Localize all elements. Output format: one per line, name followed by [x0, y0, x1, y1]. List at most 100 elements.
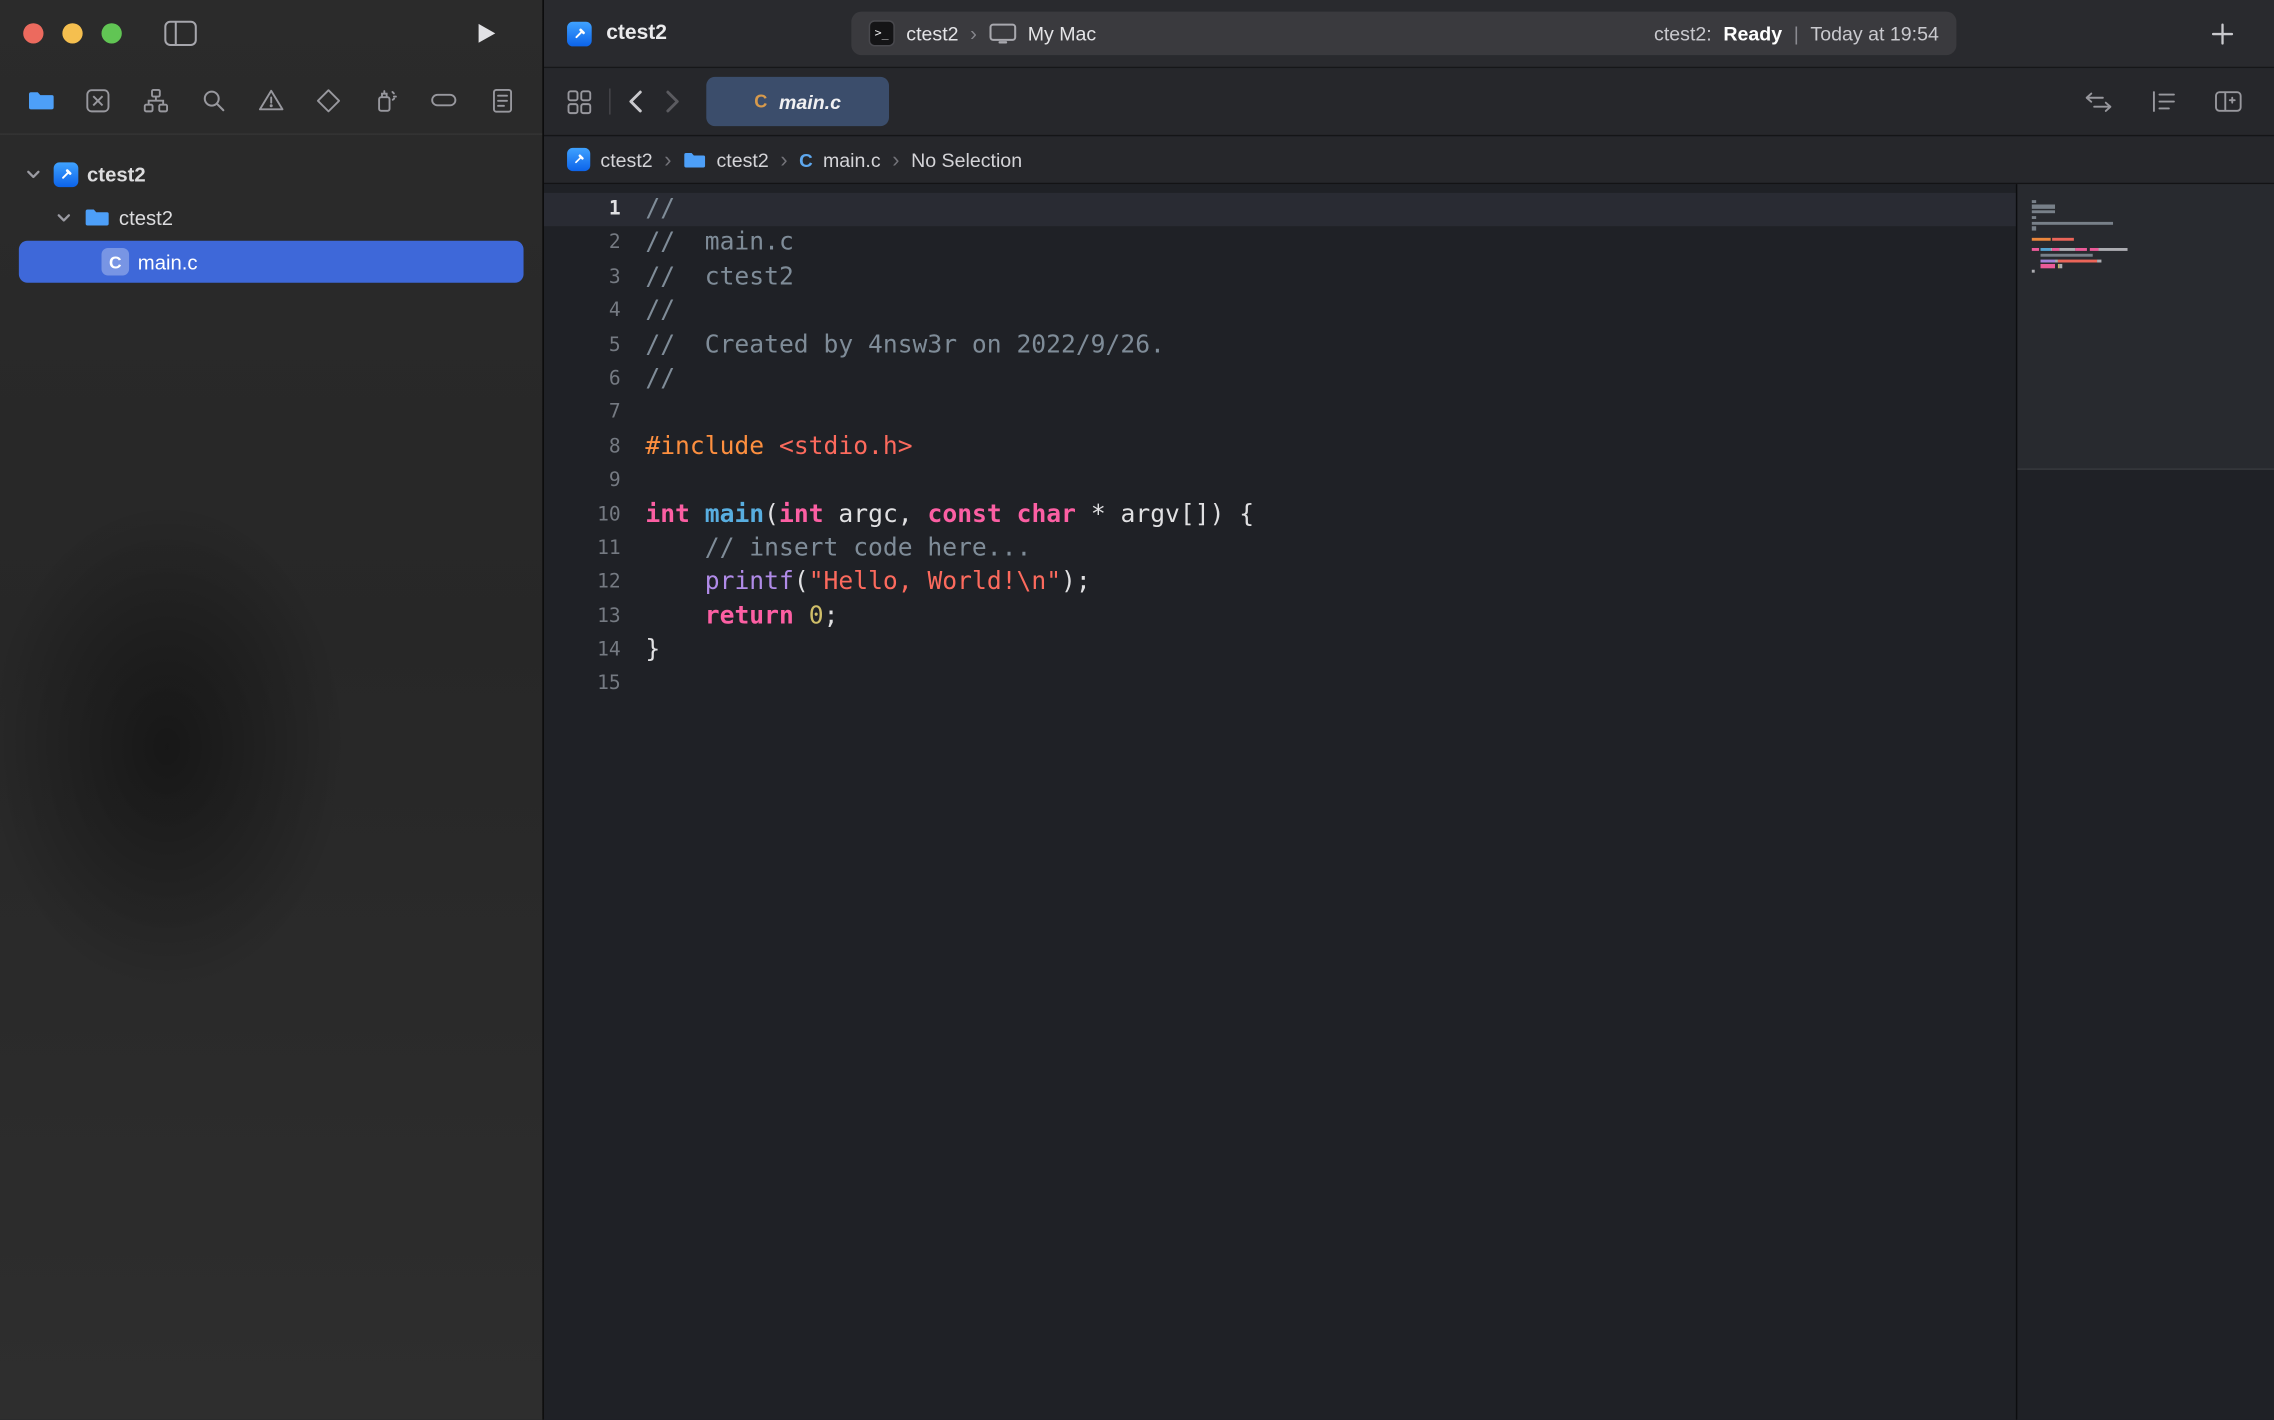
disclosure-chevron-icon[interactable]	[52, 212, 75, 222]
navigator-tab-find[interactable]	[198, 83, 230, 118]
go-back-button[interactable]	[628, 90, 643, 113]
window-titlebar: ctest2 >_ ctest2 › My Mac ctest2: Ready …	[544, 0, 2274, 68]
line-number[interactable]: 10	[544, 498, 621, 532]
status-state: Ready	[1723, 22, 1782, 44]
window-title: ctest2	[606, 22, 667, 45]
line-number[interactable]: 14	[544, 634, 621, 668]
breadcrumb-label: No Selection	[911, 149, 1022, 171]
navigator-tab-debug[interactable]	[371, 83, 403, 118]
line-number[interactable]: 1	[544, 193, 621, 227]
code-line[interactable]: 7	[544, 396, 2016, 430]
editor-tabbar: C main.c	[544, 68, 2274, 136]
code-review-icon[interactable]	[2084, 91, 2113, 113]
code-line[interactable]: 6//	[544, 362, 2016, 396]
scheme-selector[interactable]: >_ ctest2 › My Mac	[869, 20, 1097, 46]
breadcrumb-item-file[interactable]: C main.c	[799, 149, 880, 171]
code-line[interactable]: 1//	[544, 193, 2016, 227]
tree-row-file-selected[interactable]: C main.c	[19, 241, 524, 283]
code-editor[interactable]: 1//2// main.c3// ctest24//5// Created by…	[544, 184, 2016, 1420]
tree-row-project[interactable]: ctest2	[0, 152, 542, 196]
source-editor: 1//2// main.c3// ctest24//5// Created by…	[544, 184, 2274, 1420]
line-number[interactable]: 15	[544, 668, 621, 702]
code-text: int main(int argc, const char * argv[]) …	[621, 498, 1254, 532]
navigator-tab-project[interactable]	[25, 83, 57, 118]
breadcrumb-item-project[interactable]: ctest2	[567, 148, 653, 171]
disclosure-chevron-icon[interactable]	[22, 169, 45, 179]
square-x-icon	[86, 88, 111, 113]
tab-label: main.c	[779, 91, 841, 113]
window-controls	[23, 23, 122, 43]
chevron-right-icon: ›	[892, 147, 899, 172]
code-line[interactable]: 13 return 0;	[544, 600, 2016, 634]
related-items-grid-icon[interactable]	[567, 89, 592, 114]
line-number[interactable]: 7	[544, 396, 621, 430]
xcode-project-icon	[54, 162, 79, 187]
code-line[interactable]: 3// ctest2	[544, 261, 2016, 295]
code-line[interactable]: 12 printf("Hello, World!\n");	[544, 566, 2016, 600]
line-number[interactable]: 6	[544, 362, 621, 396]
line-number[interactable]: 8	[544, 430, 621, 464]
line-number[interactable]: 5	[544, 329, 621, 363]
line-number[interactable]: 12	[544, 566, 621, 600]
minimize-window-button[interactable]	[62, 23, 82, 43]
line-number[interactable]: 2	[544, 227, 621, 261]
line-number[interactable]: 3	[544, 261, 621, 295]
navigator-tab-breakpoints[interactable]	[428, 83, 460, 118]
navigator-tab-tests[interactable]	[313, 83, 345, 118]
zoom-window-button[interactable]	[102, 23, 122, 43]
chevron-right-icon: ›	[780, 147, 787, 172]
tree-row-group[interactable]: ctest2	[0, 196, 542, 240]
capsule-icon	[431, 90, 457, 110]
navigator-tab-reports[interactable]	[486, 83, 518, 118]
code-text: // main.c	[621, 227, 794, 261]
folder-icon	[683, 150, 706, 169]
chevron-right-icon: ›	[970, 22, 977, 45]
code-line[interactable]: 14}	[544, 634, 2016, 668]
code-line[interactable]: 4//	[544, 295, 2016, 329]
breadcrumb-label: ctest2	[716, 149, 768, 171]
code-line[interactable]: 8#include <stdio.h>	[544, 430, 2016, 464]
toolbar-center-pill: >_ ctest2 › My Mac ctest2: Ready | Today…	[851, 12, 1956, 56]
library-plus-button[interactable]	[2212, 22, 2234, 44]
report-document-icon	[491, 88, 513, 113]
line-number[interactable]: 4	[544, 295, 621, 329]
xcode-project-icon	[567, 21, 592, 46]
breadcrumb-item-selection[interactable]: No Selection	[911, 149, 1022, 171]
warning-triangle-icon	[258, 88, 284, 111]
status-time: Today at 19:54	[1810, 22, 1938, 44]
hierarchy-icon	[144, 88, 169, 113]
code-text: //	[621, 295, 675, 329]
minimap[interactable]	[2016, 184, 2274, 1420]
search-icon	[201, 88, 226, 113]
line-number[interactable]: 11	[544, 532, 621, 566]
editor-options-icon[interactable]	[2151, 90, 2177, 113]
project-navigator-tree: ctest2 ctest2 C main.c	[0, 135, 542, 283]
activity-status[interactable]: ctest2: Ready | Today at 19:54	[1654, 22, 1939, 44]
xcode-window: ctest2 ctest2 C main.c ctest2	[0, 0, 2274, 1420]
tree-item-label: main.c	[138, 250, 198, 273]
code-line[interactable]: 9	[544, 464, 2016, 498]
breadcrumb-item-group[interactable]: ctest2	[683, 149, 769, 171]
add-editor-split-icon[interactable]	[2215, 90, 2243, 113]
line-number[interactable]: 13	[544, 600, 621, 634]
run-button[interactable]	[476, 22, 498, 45]
code-line[interactable]: 10int main(int argc, const char * argv[]…	[544, 498, 2016, 532]
code-line[interactable]: 2// main.c	[544, 227, 2016, 261]
code-text: //	[621, 362, 675, 396]
breadcrumb-label: ctest2	[600, 149, 652, 171]
code-line[interactable]: 15	[544, 668, 2016, 702]
navigator-tab-issues[interactable]	[255, 83, 287, 118]
navigator-tab-source-control[interactable]	[82, 83, 114, 118]
line-number[interactable]: 9	[544, 464, 621, 498]
code-text: }	[621, 634, 661, 668]
close-window-button[interactable]	[23, 23, 43, 43]
code-text	[621, 668, 646, 702]
tab-main-c[interactable]: C main.c	[706, 77, 889, 126]
toggle-sidebar-icon[interactable]	[164, 20, 197, 46]
go-forward-button[interactable]	[666, 90, 681, 113]
navigator-tab-symbols[interactable]	[140, 83, 172, 118]
c-file-icon: C	[754, 91, 767, 111]
code-line[interactable]: 5// Created by 4nsw3r on 2022/9/26.	[544, 329, 2016, 363]
code-text: printf("Hello, World!\n");	[621, 566, 1091, 600]
code-line[interactable]: 11 // insert code here...	[544, 532, 2016, 566]
